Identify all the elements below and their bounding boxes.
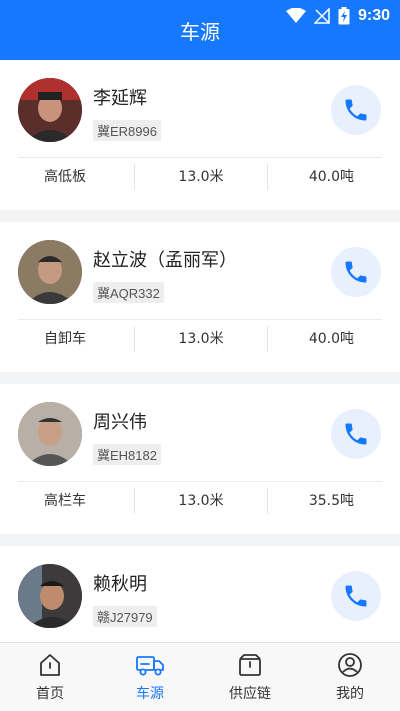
- call-button[interactable]: [331, 247, 381, 297]
- tab-label: 我的: [336, 686, 364, 702]
- home-icon: [40, 654, 60, 676]
- phone-icon: [345, 423, 367, 445]
- page-title: 车源: [180, 20, 220, 44]
- app-header: 9:30 车源: [0, 0, 400, 60]
- vehicle-card[interactable]: 赖秋明 赣J27979: [0, 546, 400, 642]
- truck-icon: [136, 656, 164, 676]
- vehicle-length: 13.0米: [134, 488, 268, 514]
- vehicle-card[interactable]: 周兴伟 冀EH8182 高栏车 13.0米 35.5吨: [0, 384, 400, 534]
- driver-name: 赖秋明: [93, 574, 147, 595]
- plate-badge: 冀ER8996: [93, 120, 161, 141]
- tab-label: 供应链: [229, 686, 271, 702]
- tab-supply-chain[interactable]: 供应链: [200, 643, 300, 711]
- bottom-tab-bar: 首页 车源 供应链 我的: [0, 642, 400, 711]
- vehicle-info-row: 自卸车 13.0米 40.0吨: [0, 326, 400, 352]
- call-button[interactable]: [331, 85, 381, 135]
- avatar: [18, 240, 82, 304]
- user-icon: [338, 653, 362, 677]
- vehicle-card[interactable]: 赵立波（孟丽军） 冀AQR332 自卸车 13.0米 40.0吨: [0, 222, 400, 372]
- divider: [18, 319, 382, 320]
- plate-badge: 赣J27979: [93, 606, 157, 627]
- plate-badge: 冀AQR332: [93, 282, 164, 303]
- tab-profile[interactable]: 我的: [300, 643, 400, 711]
- avatar: [18, 402, 82, 466]
- tab-label: 车源: [136, 686, 164, 702]
- box-icon: [239, 654, 261, 676]
- driver-name: 李延辉: [93, 88, 147, 109]
- vehicle-weight: 40.0吨: [308, 169, 354, 185]
- vehicle-info-row: 高栏车 13.0米 35.5吨: [0, 488, 400, 514]
- vehicle-card[interactable]: 李延辉 冀ER8996 高低板 13.0米 40.0吨: [0, 60, 400, 210]
- tab-vehicles[interactable]: 车源: [100, 643, 200, 711]
- phone-icon: [345, 585, 367, 607]
- vehicle-type: 自卸车: [44, 331, 86, 347]
- divider: [18, 157, 382, 158]
- driver-name: 赵立波（孟丽军）: [93, 250, 237, 271]
- call-button[interactable]: [331, 409, 381, 459]
- vehicle-weight: 40.0吨: [308, 331, 354, 347]
- call-button[interactable]: [331, 571, 381, 621]
- tab-home[interactable]: 首页: [0, 643, 100, 711]
- vehicle-length: 13.0米: [134, 164, 268, 190]
- vehicle-type: 高栏车: [44, 493, 86, 509]
- phone-icon: [345, 99, 367, 121]
- divider: [18, 481, 382, 482]
- driver-name: 周兴伟: [93, 412, 147, 433]
- tab-label: 首页: [36, 686, 64, 702]
- plate-badge: 冀EH8182: [93, 444, 161, 465]
- phone-icon: [345, 261, 367, 283]
- vehicle-list[interactable]: 李延辉 冀ER8996 高低板 13.0米 40.0吨 赵立波（孟丽军） 冀AQ…: [0, 60, 400, 642]
- avatar: [18, 564, 82, 628]
- vehicle-info-row: 高低板 13.0米 40.0吨: [0, 164, 400, 190]
- avatar: [18, 78, 82, 142]
- vehicle-type: 高低板: [44, 169, 86, 185]
- vehicle-weight: 35.5吨: [308, 493, 354, 509]
- vehicle-length: 13.0米: [134, 326, 268, 352]
